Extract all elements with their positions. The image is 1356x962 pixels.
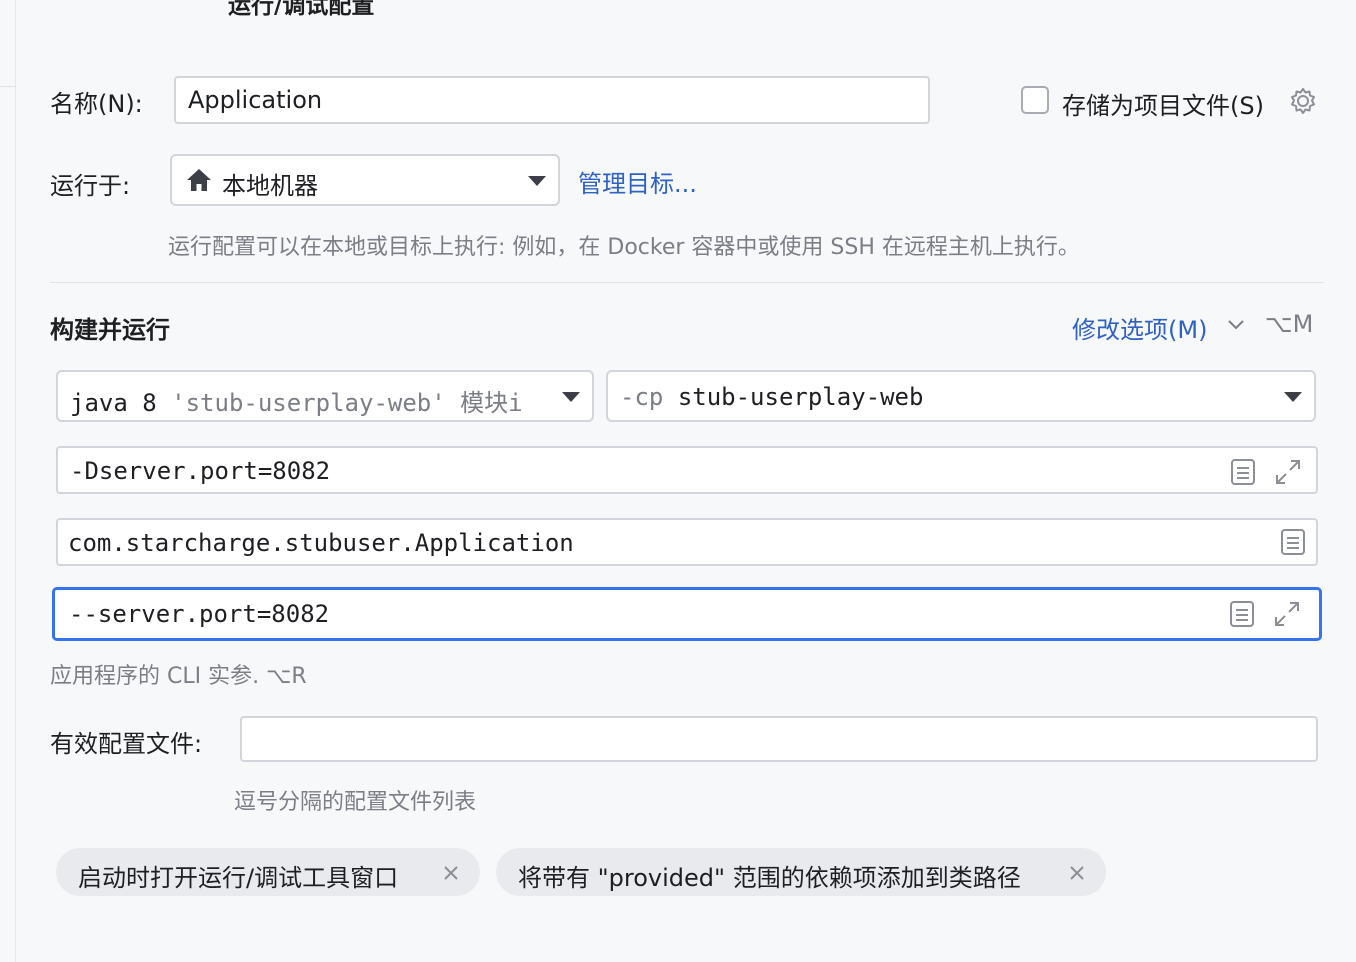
chevron-down-icon[interactable] [1226,316,1246,332]
name-label: 名称(N): [50,90,143,118]
classpath-module: stub-userplay-web [677,383,924,411]
chip-open-run-debug-window[interactable]: 启动时打开运行/调试工具窗口 [56,848,480,896]
vm-options-value: -Dserver.port=8082 [70,457,331,485]
home-icon [186,168,212,192]
list-icon[interactable] [1229,600,1255,628]
program-arguments-input[interactable]: --server.port=8082 [52,587,1322,641]
left-panel-edge [0,0,16,962]
active-profiles-label: 有效配置文件: [50,730,203,758]
manage-targets-link[interactable]: 管理目标... [578,164,697,199]
close-icon[interactable] [442,864,460,882]
program-arguments-hint: 应用程序的 CLI 实参. ⌥R [50,664,307,689]
classpath-combo[interactable]: -cp stub-userplay-web [606,370,1316,422]
jdk-version: java 8 [70,389,157,417]
chip-label: 将带有 "provided" 范围的依赖项添加到类路径 [518,864,1021,892]
name-input[interactable]: Application [174,76,930,124]
modify-options-shortcut: ⌥M [1265,310,1314,338]
list-icon[interactable] [1230,458,1256,486]
list-icon[interactable] [1280,528,1306,556]
expand-icon[interactable] [1273,600,1301,628]
chevron-down-icon [562,392,580,402]
vm-options-input[interactable]: -Dserver.port=8082 [56,446,1318,494]
gear-icon[interactable] [1287,85,1319,117]
active-profiles-hint: 逗号分隔的配置文件列表 [234,790,477,815]
chip-label: 启动时打开运行/调试工具窗口 [78,864,399,892]
jdk-module-suffix: 模块i [460,389,523,417]
main-class-input[interactable]: com.starcharge.stubuser.Application [56,518,1318,566]
run-target-combo[interactable]: 本地机器 [170,154,560,206]
jdk-module: 'stub-userplay-web' [171,389,446,417]
run-on-label: 运行于: [50,172,131,200]
expand-icon[interactable] [1274,458,1302,486]
store-as-project-file-checkbox[interactable] [1021,86,1049,114]
active-profiles-input[interactable] [240,716,1318,762]
chip-add-provided-dependencies[interactable]: 将带有 "provided" 范围的依赖项添加到类路径 [496,848,1106,896]
classpath-prefix: -cp [620,383,664,411]
run-on-hint: 运行配置可以在本地或目标上执行: 例如，在 Docker 容器中或使用 SSH … [168,235,1080,260]
run-target-value: 本地机器 [222,172,318,200]
section-divider [50,282,1324,283]
build-run-section-title: 构建并运行 [50,316,170,344]
name-input-value: Application [188,86,323,114]
dialog-title: 运行/调试配置 [228,0,375,19]
chevron-down-icon [528,176,546,186]
close-icon[interactable] [1068,864,1086,882]
jdk-combo[interactable]: java 8 'stub-userplay-web' 模块i [56,370,594,422]
modify-options-link[interactable]: 修改选项(M) [1072,310,1207,345]
chevron-down-icon [1284,392,1302,402]
store-as-project-file-label: 存储为项目文件(S) [1062,92,1264,120]
main-class-value: com.starcharge.stubuser.Application [68,529,574,557]
program-arguments-value: --server.port=8082 [69,600,330,628]
